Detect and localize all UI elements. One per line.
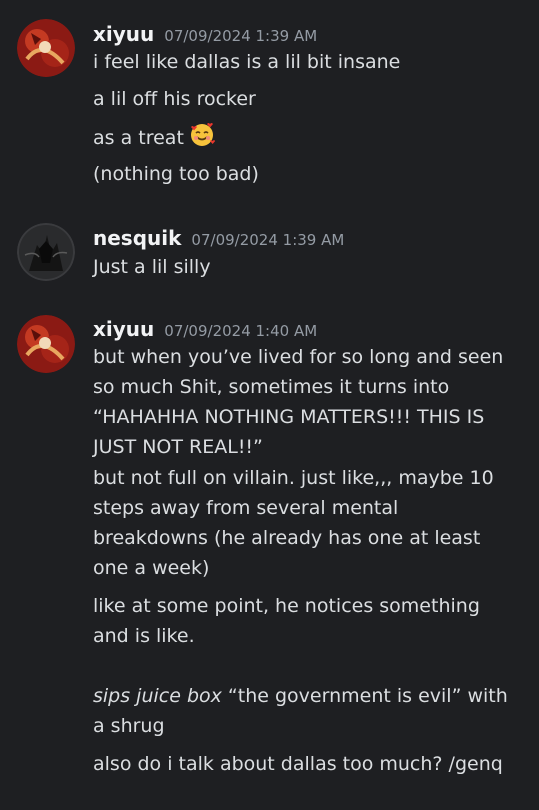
timestamp[interactable]: 07/09/2024 1:39 AM (191, 231, 344, 249)
smiling-face-with-hearts-icon[interactable] (189, 121, 216, 156)
avatar[interactable] (17, 315, 75, 373)
message-text: as a treat (93, 127, 184, 149)
message-line: also do i talk about dallas too much? /g… (93, 753, 503, 775)
message-line: (nothing too bad) (93, 163, 259, 185)
avatar-image (17, 223, 75, 281)
italic-text: sips juice box (93, 685, 222, 707)
message-line: a lil off his rocker (93, 88, 256, 110)
message-line: but not full on villain. just like,,, ma… (93, 467, 494, 489)
avatar[interactable] (17, 223, 75, 281)
message-line: as a treat (93, 121, 519, 156)
timestamp[interactable]: 07/09/2024 1:39 AM (164, 27, 317, 45)
message-line: but when you’ve lived for so long and se… (93, 346, 504, 368)
message-line: i feel like dallas is a lil bit insane (93, 51, 401, 73)
message-line: JUST NOT REAL!!” (93, 436, 263, 458)
message-line: like at some point, he notices something (93, 595, 480, 617)
timestamp[interactable]: 07/09/2024 1:40 AM (164, 322, 317, 340)
message-header: xiyuu 07/09/2024 1:40 AM (93, 317, 317, 341)
message-line: steps away from several mental (93, 497, 399, 519)
message-line: breakdowns (he already has one at least (93, 527, 481, 549)
message-line: one a week) (93, 557, 210, 579)
message-line: and is like. (93, 625, 195, 647)
message-line: Just a lil silly (93, 256, 211, 278)
avatar-image (17, 19, 75, 77)
avatar-image (17, 315, 75, 373)
message-line: a shrug (93, 715, 165, 737)
message-line: sips juice box “the government is evil” … (93, 681, 519, 711)
username[interactable]: xiyuu (93, 317, 154, 341)
message-header: nesquik 07/09/2024 1:39 AM (93, 226, 344, 250)
message-text: “the government is evil” with (221, 685, 508, 707)
message-line: “HAHAHHA NOTHING MATTERS!!! THIS IS (93, 406, 485, 428)
username[interactable]: xiyuu (93, 22, 154, 46)
avatar[interactable] (17, 19, 75, 77)
message-header: xiyuu 07/09/2024 1:39 AM (93, 22, 317, 46)
username[interactable]: nesquik (93, 226, 181, 250)
message-line: so much Shit, sometimes it turns into (93, 376, 450, 398)
